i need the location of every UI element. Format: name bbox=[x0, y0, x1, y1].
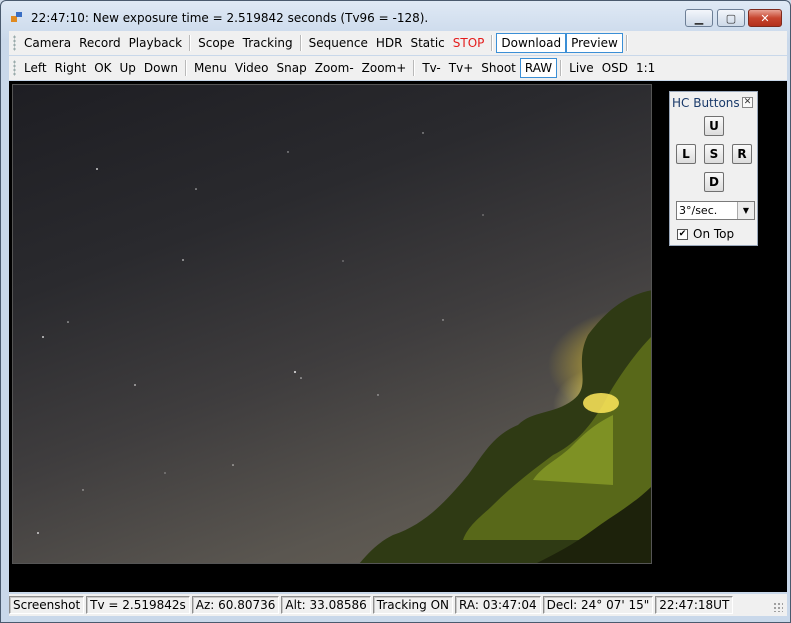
hc-up-button[interactable]: U bbox=[704, 116, 724, 136]
hc-panel-title: HC Buttons bbox=[672, 96, 740, 110]
tv-minus-button[interactable]: Tv- bbox=[418, 58, 444, 78]
night-sky-image bbox=[37, 132, 651, 563]
toolbar-separator bbox=[184, 60, 187, 76]
hc-stop-button[interactable]: S bbox=[704, 144, 724, 164]
down-button[interactable]: Down bbox=[140, 58, 182, 78]
static-button[interactable]: Static bbox=[406, 33, 448, 53]
checkmark-icon: ✔ bbox=[678, 229, 687, 239]
camera-button[interactable]: Camera bbox=[20, 33, 75, 53]
hc-buttons-panel: HC Buttons ✕ U L S R D 3°/sec. ▼ ✔ On To… bbox=[669, 91, 758, 246]
hc-left-button[interactable]: L bbox=[676, 144, 696, 164]
app-icon bbox=[11, 12, 22, 22]
status-decl: Decl: 24° 07' 15" bbox=[542, 596, 654, 614]
tracking-button[interactable]: Tracking bbox=[239, 33, 297, 53]
preview-button[interactable]: Preview bbox=[566, 33, 623, 53]
sequence-button[interactable]: Sequence bbox=[305, 33, 372, 53]
toolbar-control: Left Right OK Up Down Menu Video Snap Zo… bbox=[9, 56, 787, 80]
zoom-out-button[interactable]: Zoom- bbox=[311, 58, 358, 78]
right-button[interactable]: Right bbox=[51, 58, 91, 78]
left-button[interactable]: Left bbox=[20, 58, 51, 78]
status-azimuth: Az: 60.80736 bbox=[191, 596, 280, 614]
on-top-checkbox[interactable]: ✔ bbox=[677, 229, 688, 240]
hc-right-button[interactable]: R bbox=[732, 144, 752, 164]
status-altitude: Alt: 33.08586 bbox=[281, 596, 371, 614]
title-bar[interactable]: 22:47:10: New exposure time = 2.519842 s… bbox=[1, 1, 790, 31]
raw-button[interactable]: RAW bbox=[519, 58, 558, 78]
close-icon: ✕ bbox=[760, 11, 770, 25]
status-ra: RA: 03:47:04 bbox=[455, 596, 541, 614]
toolbar-grip[interactable] bbox=[13, 35, 16, 51]
close-button[interactable]: ✕ bbox=[748, 9, 782, 27]
scope-button[interactable]: Scope bbox=[194, 33, 239, 53]
slew-rate-value: 3°/sec. bbox=[679, 204, 718, 217]
maximize-icon: ▢ bbox=[725, 11, 737, 25]
close-icon: ✕ bbox=[743, 97, 752, 107]
up-button[interactable]: Up bbox=[116, 58, 140, 78]
status-bar: Screenshot Tv = 2.519842s Az: 60.80736 A… bbox=[9, 594, 787, 616]
status-time: 22:47:18UT bbox=[655, 596, 734, 614]
toolbar-separator bbox=[560, 60, 563, 76]
slew-rate-select[interactable]: 3°/sec. ▼ bbox=[676, 201, 755, 220]
resize-grip-icon[interactable] bbox=[773, 602, 783, 612]
toolbar-separator bbox=[413, 60, 416, 76]
one-to-one-button[interactable]: 1:1 bbox=[632, 58, 659, 78]
maximize-button[interactable]: ▢ bbox=[717, 9, 745, 27]
toolbar-separator bbox=[299, 35, 302, 51]
download-button[interactable]: Download bbox=[496, 33, 567, 53]
toolbar-main: Camera Record Playback Scope Tracking Se… bbox=[9, 31, 787, 55]
playback-button[interactable]: Playback bbox=[125, 33, 187, 53]
stop-button[interactable]: STOP bbox=[449, 33, 489, 53]
tv-plus-button[interactable]: Tv+ bbox=[445, 58, 478, 78]
minimize-button[interactable]: ▁ bbox=[685, 9, 713, 27]
hc-panel-close-button[interactable]: ✕ bbox=[742, 97, 753, 108]
minimize-icon: ▁ bbox=[694, 11, 704, 25]
snap-button[interactable]: Snap bbox=[273, 58, 311, 78]
status-tracking: Tracking ON bbox=[372, 596, 453, 614]
live-button[interactable]: Live bbox=[565, 58, 598, 78]
zoom-in-button[interactable]: Zoom+ bbox=[358, 58, 411, 78]
on-top-label[interactable]: On Top bbox=[693, 227, 734, 241]
shoot-button[interactable]: Shoot bbox=[477, 58, 520, 78]
ok-button[interactable]: OK bbox=[90, 58, 115, 78]
window-title: 22:47:10: New exposure time = 2.519842 s… bbox=[31, 11, 429, 25]
record-button[interactable]: Record bbox=[75, 33, 124, 53]
toolbar-grip[interactable] bbox=[13, 60, 16, 76]
hdr-button[interactable]: HDR bbox=[372, 33, 407, 53]
hc-down-button[interactable]: D bbox=[704, 172, 724, 192]
menu-button[interactable]: Menu bbox=[190, 58, 231, 78]
app-window: 22:47:10: New exposure time = 2.519842 s… bbox=[0, 0, 791, 623]
live-view-image[interactable] bbox=[12, 84, 652, 564]
video-button[interactable]: Video bbox=[231, 58, 273, 78]
osd-button[interactable]: OSD bbox=[598, 58, 632, 78]
status-tv: Tv = 2.519842s bbox=[86, 596, 190, 614]
screenshot-button[interactable]: Screenshot bbox=[9, 596, 85, 614]
toolbar-separator bbox=[625, 35, 628, 51]
toolbar-separator bbox=[189, 35, 192, 51]
chevron-down-icon[interactable]: ▼ bbox=[737, 202, 754, 219]
toolbar-separator bbox=[491, 35, 494, 51]
